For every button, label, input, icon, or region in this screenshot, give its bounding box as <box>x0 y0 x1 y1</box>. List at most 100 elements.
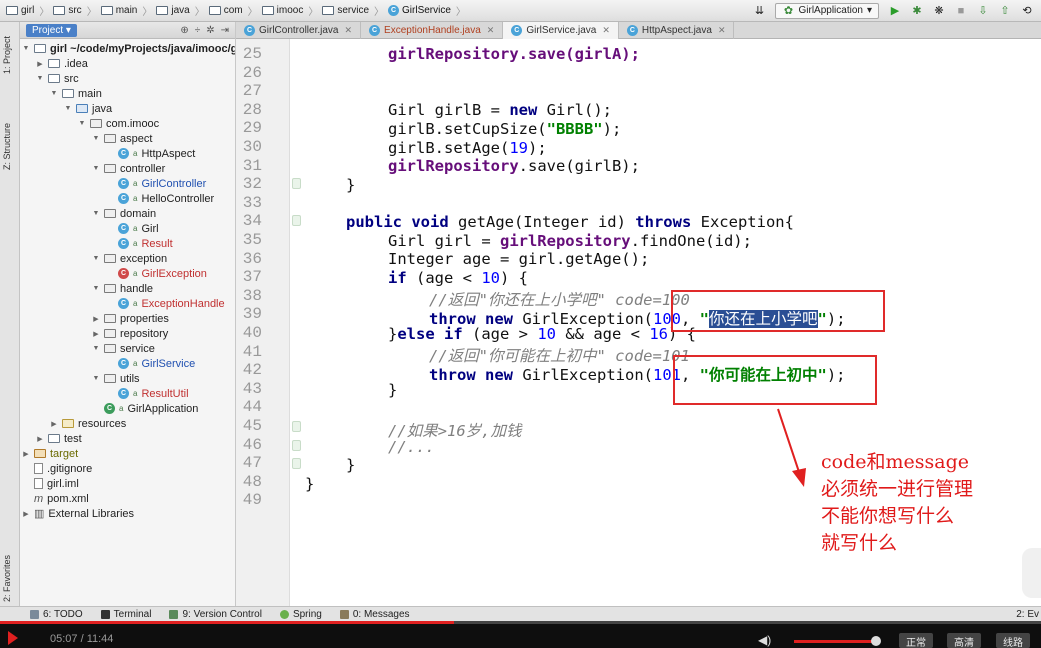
route-button[interactable]: 线路 <box>996 633 1030 648</box>
progress-bar[interactable] <box>0 621 1041 624</box>
tool-event-log[interactable]: 2: Ev <box>1016 609 1041 620</box>
stop-icon[interactable]: ■ <box>955 5 967 17</box>
project-panel: Project ▾ ⊕ ÷ ✲ ⇥ ▼ girl ~/code/myProject… <box>20 22 236 606</box>
breadcrumb-label: girl <box>21 5 35 16</box>
structure-tool-tab[interactable]: Z: Structure <box>2 123 12 170</box>
build-icon[interactable]: ⇊ <box>753 5 765 17</box>
tree-item-main[interactable]: ▼ main <box>50 86 102 101</box>
tree-item-src[interactable]: ▼ src <box>36 71 79 86</box>
tree-item-root[interactable]: ▼ girl ~/code/myProjects/java/imooc/g <box>22 41 235 56</box>
tree-item-domain[interactable]: ▼ domain <box>92 206 157 221</box>
breadcrumb-src[interactable]: src 〉 <box>53 3 98 18</box>
close-icon[interactable]: ✕ <box>718 25 726 36</box>
tree-item-java[interactable]: ▼ java <box>64 101 113 116</box>
tree-item-result[interactable]: Ca Result <box>118 236 173 251</box>
breadcrumb-main[interactable]: main 〉 <box>100 3 155 18</box>
tree-item-hellocontroller[interactable]: Ca HelloController <box>118 191 214 206</box>
favorites-tool-tab[interactable]: 2: Favorites <box>2 555 12 602</box>
tool-messages[interactable]: 0: Messages <box>339 609 410 620</box>
fold-marker-icon[interactable] <box>292 178 301 189</box>
fold-marker-icon[interactable] <box>292 421 301 432</box>
tree-item-resources[interactable]: ▶ resources <box>50 416 126 431</box>
tree-item-utils[interactable]: ▼ utils <box>92 371 140 386</box>
tree-item-resultutil[interactable]: Ca ResultUtil <box>118 386 189 401</box>
tool-spring[interactable]: Spring <box>279 609 322 620</box>
tree-item-girlapplication[interactable]: Ca GirlApplication <box>104 401 198 416</box>
line-number: 46 <box>242 435 262 454</box>
breadcrumb-girlservice[interactable]: C GirlService 〉 <box>388 3 468 18</box>
quality-normal-button[interactable]: 正常 <box>899 633 933 648</box>
tree-item-exceptionhandle[interactable]: Ca ExceptionHandle <box>118 296 225 311</box>
breadcrumb-imooc[interactable]: imooc 〉 <box>261 3 321 18</box>
tree-item-handle[interactable]: ▼ handle <box>92 281 154 296</box>
tool-version-control[interactable]: 9: Version Control <box>169 609 262 620</box>
floating-avatar[interactable] <box>1022 548 1041 598</box>
tree-item-idea[interactable]: ▶ .idea <box>36 56 88 71</box>
volume-knob[interactable] <box>871 636 881 646</box>
tab-girlservice[interactable]: C GirlService.java ✕ <box>503 22 619 39</box>
close-icon[interactable]: ✕ <box>344 25 352 36</box>
tree-item-girl[interactable]: Ca Girl <box>118 221 159 236</box>
tree-item-httpaspect[interactable]: Ca HttpAspect <box>118 146 195 161</box>
tab-httpaspect[interactable]: C HttpAspect.java ✕ <box>619 22 735 39</box>
tool-todo[interactable]: 6: TODO <box>30 609 83 620</box>
quality-hd-button[interactable]: 高清 <box>947 633 981 648</box>
fold-marker-icon[interactable] <box>292 458 301 469</box>
vcs-history-icon[interactable]: ⟲ <box>1021 5 1033 17</box>
project-view-selector[interactable]: Project ▾ <box>26 23 77 37</box>
tree-item-properties[interactable]: ▶ properties <box>92 311 169 326</box>
tree-item-girlexception[interactable]: Ca GirlException <box>118 266 207 281</box>
tree-item-service[interactable]: ▼ service <box>92 341 155 356</box>
module-file-icon <box>34 478 43 489</box>
tree-label: handle <box>120 282 154 295</box>
run-config-select[interactable]: ✿ GirlApplication ▾ <box>775 2 879 19</box>
tree-label: External Libraries <box>48 507 134 520</box>
tree-item-target[interactable]: ▶ target <box>22 446 78 461</box>
coverage-icon[interactable]: ❋ <box>933 5 945 17</box>
hide-icon[interactable]: ⇥ <box>221 25 229 36</box>
vcs-update-icon[interactable]: ⇩ <box>977 5 989 17</box>
code-line-28: Girl girlB = new Girl(); <box>388 101 612 119</box>
run-icon[interactable]: ▶ <box>889 5 901 17</box>
fold-marker-icon[interactable] <box>292 215 301 226</box>
breadcrumb-separator: 〉 <box>194 7 205 18</box>
volume-icon[interactable]: ◀) <box>758 633 771 647</box>
project-tool-tab[interactable]: 1: Project <box>2 36 12 74</box>
tree-item-controller[interactable]: ▼ controller <box>92 161 166 176</box>
tree-item-girlservice[interactable]: Ca GirlService <box>118 356 195 371</box>
access-icon: a <box>133 149 138 158</box>
code-token: //... <box>388 438 435 456</box>
tree-label: .idea <box>64 57 88 70</box>
vcs-commit-icon[interactable]: ⇧ <box>999 5 1011 17</box>
code-token: } <box>346 176 356 194</box>
breadcrumb-java[interactable]: java 〉 <box>156 3 206 18</box>
collapse-icon[interactable]: ÷ <box>195 25 201 36</box>
volume-slider[interactable] <box>794 640 876 643</box>
package-icon <box>104 134 116 143</box>
tree-item-gitignore[interactable]: .gitignore <box>34 461 92 476</box>
tree-item-exception[interactable]: ▼ exception <box>92 251 168 266</box>
close-icon[interactable]: ✕ <box>487 25 495 36</box>
folder-icon <box>100 6 113 15</box>
breadcrumb-girl[interactable]: girl 〉 <box>6 3 51 18</box>
tree-item-external-libraries[interactable]: ▶ ▥ External Libraries <box>22 506 134 521</box>
tree-item-com-imooc[interactable]: ▼ com.imooc <box>78 116 160 131</box>
tab-girlcontroller[interactable]: C GirlController.java ✕ <box>236 22 362 39</box>
tree-item-pom-xml[interactable]: m pom.xml <box>34 491 89 506</box>
tree-item-repository[interactable]: ▶ repository <box>92 326 168 341</box>
fold-marker-icon[interactable] <box>292 440 301 451</box>
tree-item-girlcontroller[interactable]: Ca GirlController <box>118 176 206 191</box>
settings-gear-icon[interactable]: ✲ <box>206 25 214 36</box>
tab-exceptionhandle[interactable]: C ExceptionHandle.java ✕ <box>361 22 504 39</box>
close-icon[interactable]: ✕ <box>602 25 610 36</box>
tool-terminal[interactable]: Terminal <box>100 609 151 620</box>
debug-icon[interactable]: ✱ <box>911 5 923 17</box>
breadcrumb-com[interactable]: com 〉 <box>208 3 260 18</box>
breadcrumb-service[interactable]: service 〉 <box>322 3 386 18</box>
tree-item-aspect[interactable]: ▼ aspect <box>92 131 153 146</box>
play-icon[interactable] <box>8 631 18 645</box>
breadcrumb-separator: 〉 <box>455 7 466 18</box>
tree-item-test[interactable]: ▶ test <box>36 431 81 446</box>
sync-icon[interactable]: ⊕ <box>180 25 188 36</box>
tree-item-girl-iml[interactable]: girl.iml <box>34 476 79 491</box>
